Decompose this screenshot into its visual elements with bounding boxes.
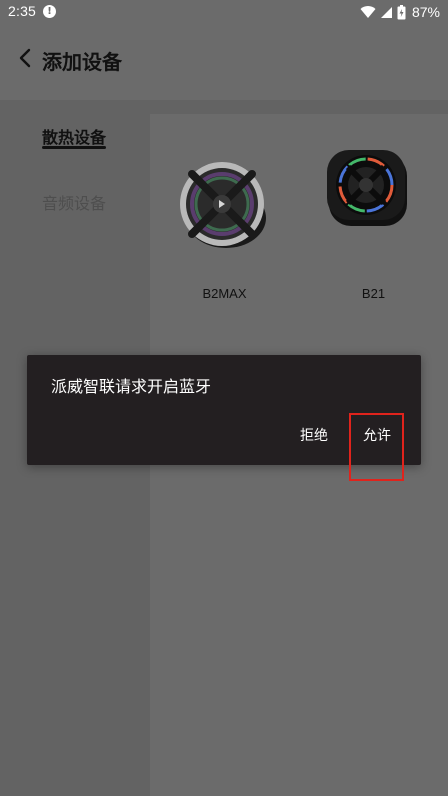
deny-button[interactable]: 拒绝 [300, 425, 328, 445]
device-name: B2MAX [202, 286, 247, 301]
dialog-message: 派威智联请求开启蓝牙 [51, 377, 212, 396]
battery-icon [397, 4, 406, 19]
chevron-left-icon[interactable] [14, 44, 38, 72]
exclamation-circle-icon: ! [43, 5, 56, 18]
status-icons: 87% [360, 4, 440, 20]
tab-audio-devices[interactable]: 音频设备 [42, 190, 106, 214]
status-bar: 2:35 ! 87% [0, 0, 448, 24]
cooling-fan-icon [327, 150, 407, 226]
device-card-b2max[interactable]: B2MAX [150, 114, 299, 314]
cell-signal-icon [380, 7, 392, 18]
allow-button-highlight [349, 413, 404, 481]
tab-cooling-devices[interactable]: 散热设备 [42, 124, 106, 148]
device-card-b21[interactable]: B21 [299, 114, 448, 314]
status-time: 2:35 [8, 3, 37, 19]
device-name: B21 [361, 286, 386, 301]
active-tab-indicator [42, 146, 106, 149]
app-header: 添加设备 [0, 24, 448, 100]
page-title: 添加设备 [42, 50, 122, 74]
battery-percent: 87% [411, 4, 440, 20]
wifi-icon [360, 6, 376, 19]
cooling-fan-icon [180, 162, 266, 248]
